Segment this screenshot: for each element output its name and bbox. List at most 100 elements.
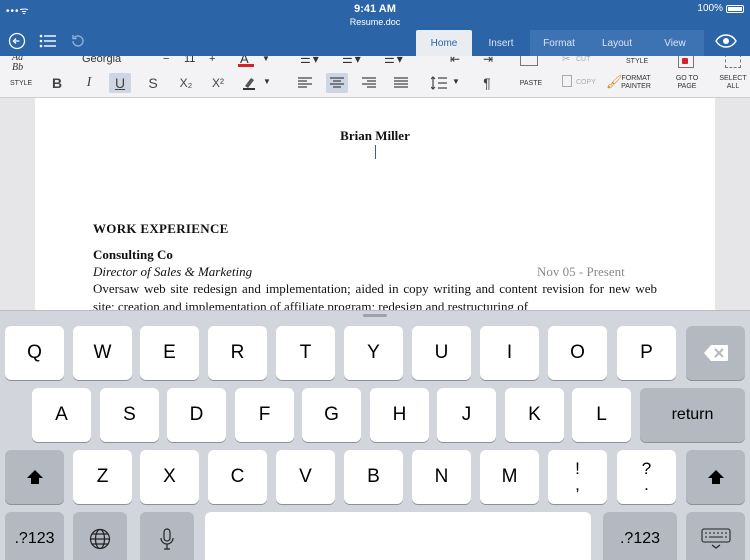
key-g[interactable]: G xyxy=(302,388,361,442)
key-exclamation-comma[interactable]: ! , xyxy=(548,450,607,504)
job-dates[interactable]: Nov 05 - Present xyxy=(537,264,625,280)
tab-layout[interactable]: Layout xyxy=(588,30,646,56)
dictation-key[interactable] xyxy=(140,512,194,560)
key-a[interactable]: A xyxy=(32,388,91,442)
numbers-key-left[interactable]: .?123 xyxy=(5,512,64,560)
font-size-decrease[interactable]: − xyxy=(163,56,169,65)
font-size-value[interactable]: 11 xyxy=(184,56,195,65)
ribbon-tabs: Home Insert Format Layout View xyxy=(416,30,704,56)
document-viewport[interactable]: Brian Miller WORK EXPERIENCE Consulting … xyxy=(0,98,750,310)
return-key[interactable]: return xyxy=(640,388,745,442)
shift-key-left[interactable] xyxy=(5,450,64,504)
align-center-button[interactable] xyxy=(326,73,348,93)
key-k[interactable]: K xyxy=(505,388,564,442)
tab-home[interactable]: Home xyxy=(416,30,472,56)
increase-indent-icon[interactable]: ⇥ xyxy=(483,56,493,66)
style-label[interactable]: STYLE xyxy=(10,80,32,87)
numbered-list-icon[interactable]: ☰▾ xyxy=(342,56,363,66)
multilevel-list-icon[interactable]: ☰▾ xyxy=(384,56,405,66)
space-bar[interactable] xyxy=(205,512,591,560)
tab-insert[interactable]: Insert xyxy=(472,30,530,56)
style-preview[interactable]: Aa Bb xyxy=(12,56,34,73)
resume-name-heading[interactable]: Brian Miller xyxy=(35,128,715,144)
select-all-button[interactable]: SELECT ALL xyxy=(718,75,748,91)
line-spacing-button[interactable] xyxy=(428,73,450,93)
go-to-page-button[interactable]: GO TO PAGE xyxy=(672,75,702,91)
key-r[interactable]: R xyxy=(208,326,267,380)
company-name[interactable]: Consulting Co xyxy=(93,247,173,263)
document-file-name: Resume.doc xyxy=(349,17,401,27)
align-left-button[interactable] xyxy=(294,73,316,93)
page-marker-icon xyxy=(682,58,688,64)
shift-key-right[interactable] xyxy=(686,450,745,504)
key-m[interactable]: M xyxy=(480,450,539,504)
key-e[interactable]: E xyxy=(140,326,199,380)
back-button[interactable] xyxy=(6,30,28,52)
copy-style-button[interactable]: STYLE xyxy=(626,58,648,66)
key-o[interactable]: O xyxy=(548,326,607,380)
key-p[interactable]: P xyxy=(617,326,676,380)
highlight-button[interactable] xyxy=(238,73,260,93)
numbers-key-right[interactable]: .?123 xyxy=(603,512,677,560)
align-right-icon xyxy=(362,77,376,88)
key-c[interactable]: C xyxy=(208,450,267,504)
job-description[interactable]: Oversaw web site redesign and implementa… xyxy=(93,280,657,310)
key-x[interactable]: X xyxy=(140,450,199,504)
key-z[interactable]: Z xyxy=(73,450,132,504)
copy-button[interactable]: COPY xyxy=(576,79,596,87)
underline-button[interactable]: U xyxy=(109,73,131,93)
document-page[interactable]: Brian Miller WORK EXPERIENCE Consulting … xyxy=(35,98,715,310)
italic-button[interactable]: I xyxy=(78,73,100,93)
line-spacing-icon xyxy=(431,76,447,90)
key-u[interactable]: U xyxy=(412,326,471,380)
decrease-indent-icon[interactable]: ⇤ xyxy=(450,56,460,66)
superscript-button[interactable]: X² xyxy=(207,73,229,93)
key-l[interactable]: L xyxy=(572,388,631,442)
key-n[interactable]: N xyxy=(412,450,471,504)
scissors-icon[interactable]: ✂ xyxy=(562,56,570,65)
section-heading[interactable]: WORK EXPERIENCE xyxy=(93,221,229,237)
key-s[interactable]: S xyxy=(100,388,159,442)
show-formatting-button[interactable]: ¶ xyxy=(476,73,498,93)
key-d[interactable]: D xyxy=(167,388,226,442)
keyboard-handle[interactable] xyxy=(363,314,387,317)
cut-button[interactable]: CUT xyxy=(576,56,590,64)
justify-button[interactable] xyxy=(390,73,412,93)
paste-icon[interactable] xyxy=(520,56,538,66)
key-w[interactable]: W xyxy=(73,326,132,380)
key-j[interactable]: J xyxy=(437,388,496,442)
subscript-button[interactable]: X₂ xyxy=(175,73,197,93)
key-question-period[interactable]: ? . xyxy=(617,450,676,504)
align-right-button[interactable] xyxy=(358,73,380,93)
undo-button[interactable] xyxy=(67,30,89,52)
strikethrough-button[interactable]: S xyxy=(142,73,164,93)
key-y[interactable]: Y xyxy=(344,326,403,380)
key-b[interactable]: B xyxy=(344,450,403,504)
chevron-down-icon[interactable]: ▼ xyxy=(452,77,460,86)
outline-list-button[interactable] xyxy=(37,30,59,52)
globe-key[interactable] xyxy=(73,512,127,560)
dismiss-keyboard-key[interactable] xyxy=(686,512,745,560)
key-q[interactable]: Q xyxy=(5,326,64,380)
paste-button[interactable]: PASTE xyxy=(518,80,544,88)
chevron-down-icon[interactable]: ▼ xyxy=(262,56,270,63)
eye-icon xyxy=(715,34,737,48)
chevron-down-icon[interactable]: ▼ xyxy=(263,77,271,86)
job-title[interactable]: Director of Sales & Marketing xyxy=(93,264,252,280)
font-name-selector[interactable]: Georgia xyxy=(82,56,121,65)
align-left-icon xyxy=(298,77,312,88)
key-v[interactable]: V xyxy=(276,450,335,504)
backspace-key[interactable] xyxy=(686,326,745,380)
key-i[interactable]: I xyxy=(480,326,539,380)
bullet-list-icon[interactable]: ☰▾ xyxy=(300,56,321,66)
key-h[interactable]: H xyxy=(370,388,429,442)
key-t[interactable]: T xyxy=(276,326,335,380)
tab-format[interactable]: Format xyxy=(530,30,588,56)
font-size-increase[interactable]: + xyxy=(209,56,215,65)
bold-button[interactable]: B xyxy=(46,73,68,93)
select-all-icon xyxy=(725,56,741,68)
reading-mode-button[interactable] xyxy=(712,30,740,52)
tab-view[interactable]: View xyxy=(646,30,704,56)
format-painter-button[interactable]: FORMAT PAINTER xyxy=(620,75,652,91)
key-f[interactable]: F xyxy=(235,388,294,442)
